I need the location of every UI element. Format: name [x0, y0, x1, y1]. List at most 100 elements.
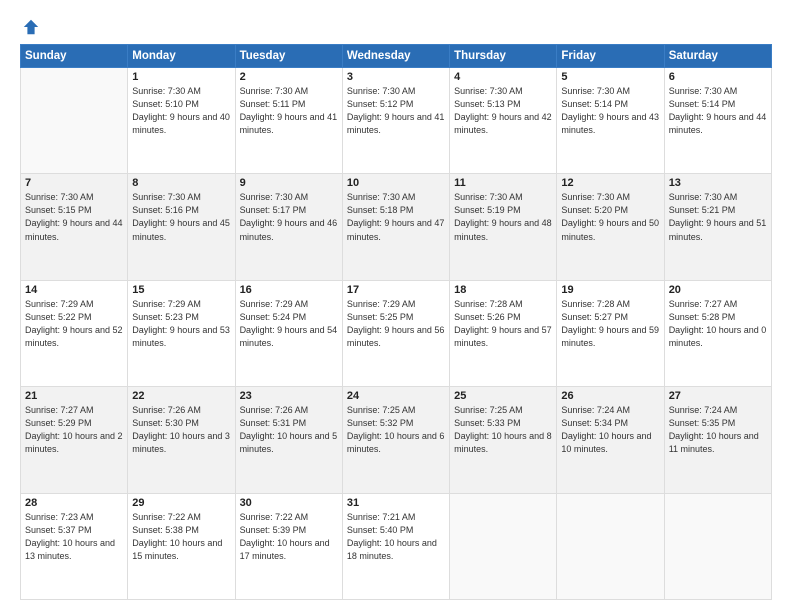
day-info: Sunrise: 7:30 AMSunset: 5:17 PMDaylight:… — [240, 191, 338, 243]
day-number: 1 — [132, 71, 230, 83]
day-info: Sunrise: 7:30 AMSunset: 5:13 PMDaylight:… — [454, 85, 552, 137]
calendar-cell: 6 Sunrise: 7:30 AMSunset: 5:14 PMDaylight… — [664, 68, 771, 174]
day-info: Sunrise: 7:23 AMSunset: 5:37 PMDaylight:… — [25, 511, 123, 563]
calendar-cell: 15 Sunrise: 7:29 AMSunset: 5:23 PMDayligh… — [128, 280, 235, 386]
day-number: 7 — [25, 177, 123, 189]
day-number: 8 — [132, 177, 230, 189]
calendar-cell: 17 Sunrise: 7:29 AMSunset: 5:25 PMDayligh… — [342, 280, 449, 386]
day-number: 17 — [347, 284, 445, 296]
calendar-cell: 1 Sunrise: 7:30 AMSunset: 5:10 PMDaylight… — [128, 68, 235, 174]
day-number: 18 — [454, 284, 552, 296]
day-info: Sunrise: 7:30 AMSunset: 5:12 PMDaylight:… — [347, 85, 445, 137]
day-info: Sunrise: 7:30 AMSunset: 5:14 PMDaylight:… — [669, 85, 767, 137]
calendar-cell: 28 Sunrise: 7:23 AMSunset: 5:37 PMDayligh… — [21, 493, 128, 599]
header — [20, 16, 772, 36]
day-number: 15 — [132, 284, 230, 296]
day-number: 21 — [25, 390, 123, 402]
calendar-week-row: 14Sunrise: 7:29 AMSunset: 5:22 PMDayligh… — [21, 280, 772, 386]
day-number: 9 — [240, 177, 338, 189]
day-info: Sunrise: 7:26 AMSunset: 5:31 PMDaylight:… — [240, 404, 338, 456]
calendar-cell — [450, 493, 557, 599]
day-number: 31 — [347, 497, 445, 509]
day-number: 30 — [240, 497, 338, 509]
calendar-cell: 3 Sunrise: 7:30 AMSunset: 5:12 PMDaylight… — [342, 68, 449, 174]
calendar-cell: 26 Sunrise: 7:24 AMSunset: 5:34 PMDayligh… — [557, 387, 664, 493]
logo-icon — [22, 18, 40, 36]
day-info: Sunrise: 7:24 AMSunset: 5:34 PMDaylight:… — [561, 404, 659, 456]
day-number: 11 — [454, 177, 552, 189]
day-number: 16 — [240, 284, 338, 296]
day-info: Sunrise: 7:25 AMSunset: 5:33 PMDaylight:… — [454, 404, 552, 456]
calendar-cell: 25Sunrise: 7:25 AMSunset: 5:33 PMDayligh… — [450, 387, 557, 493]
day-info: Sunrise: 7:30 AMSunset: 5:18 PMDaylight:… — [347, 191, 445, 243]
calendar-cell: 2Sunrise: 7:30 AMSunset: 5:11 PMDaylight… — [235, 68, 342, 174]
logo — [20, 20, 40, 36]
day-info: Sunrise: 7:27 AMSunset: 5:29 PMDaylight:… — [25, 404, 123, 456]
day-info: Sunrise: 7:25 AMSunset: 5:32 PMDaylight:… — [347, 404, 445, 456]
day-info: Sunrise: 7:27 AMSunset: 5:28 PMDaylight:… — [669, 298, 767, 350]
day-info: Sunrise: 7:29 AMSunset: 5:25 PMDaylight:… — [347, 298, 445, 350]
day-info: Sunrise: 7:30 AMSunset: 5:14 PMDaylight:… — [561, 85, 659, 137]
weekday-header-sunday: Sunday — [21, 45, 128, 68]
calendar-cell: 4 Sunrise: 7:30 AMSunset: 5:13 PMDaylight… — [450, 68, 557, 174]
day-number: 3 — [347, 71, 445, 83]
day-number: 5 — [561, 71, 659, 83]
weekday-header-tuesday: Tuesday — [235, 45, 342, 68]
day-info: Sunrise: 7:22 AMSunset: 5:38 PMDaylight:… — [132, 511, 230, 563]
calendar-cell: 22Sunrise: 7:26 AMSunset: 5:30 PMDayligh… — [128, 387, 235, 493]
weekday-header-wednesday: Wednesday — [342, 45, 449, 68]
day-info: Sunrise: 7:21 AMSunset: 5:40 PMDaylight:… — [347, 511, 445, 563]
day-info: Sunrise: 7:30 AMSunset: 5:16 PMDaylight:… — [132, 191, 230, 243]
day-info: Sunrise: 7:30 AMSunset: 5:19 PMDaylight:… — [454, 191, 552, 243]
weekday-header-saturday: Saturday — [664, 45, 771, 68]
calendar-cell: 31 Sunrise: 7:21 AMSunset: 5:40 PMDayligh… — [342, 493, 449, 599]
page: SundayMondayTuesdayWednesdayThursdayFrid… — [0, 0, 792, 612]
day-number: 6 — [669, 71, 767, 83]
calendar-cell: 30Sunrise: 7:22 AMSunset: 5:39 PMDayligh… — [235, 493, 342, 599]
calendar-cell: 10 Sunrise: 7:30 AMSunset: 5:18 PMDayligh… — [342, 174, 449, 280]
day-info: Sunrise: 7:24 AMSunset: 5:35 PMDaylight:… — [669, 404, 767, 456]
calendar-cell: 20 Sunrise: 7:27 AMSunset: 5:28 PMDayligh… — [664, 280, 771, 386]
day-number: 10 — [347, 177, 445, 189]
day-number: 4 — [454, 71, 552, 83]
day-info: Sunrise: 7:26 AMSunset: 5:30 PMDaylight:… — [132, 404, 230, 456]
calendar-cell: 7 Sunrise: 7:30 AMSunset: 5:15 PMDaylight… — [21, 174, 128, 280]
calendar-week-row: 1 Sunrise: 7:30 AMSunset: 5:10 PMDaylight… — [21, 68, 772, 174]
calendar-cell: 5 Sunrise: 7:30 AMSunset: 5:14 PMDaylight… — [557, 68, 664, 174]
calendar-cell: 29 Sunrise: 7:22 AMSunset: 5:38 PMDayligh… — [128, 493, 235, 599]
calendar-cell — [664, 493, 771, 599]
day-number: 28 — [25, 497, 123, 509]
day-number: 20 — [669, 284, 767, 296]
calendar-cell — [21, 68, 128, 174]
calendar-week-row: 21 Sunrise: 7:27 AMSunset: 5:29 PMDayligh… — [21, 387, 772, 493]
day-number: 27 — [669, 390, 767, 402]
calendar-cell: 24Sunrise: 7:25 AMSunset: 5:32 PMDayligh… — [342, 387, 449, 493]
day-info: Sunrise: 7:28 AMSunset: 5:26 PMDaylight:… — [454, 298, 552, 350]
day-info: Sunrise: 7:30 AMSunset: 5:20 PMDaylight:… — [561, 191, 659, 243]
calendar-cell: 21 Sunrise: 7:27 AMSunset: 5:29 PMDayligh… — [21, 387, 128, 493]
day-info: Sunrise: 7:30 AMSunset: 5:10 PMDaylight:… — [132, 85, 230, 137]
calendar-cell: 23 Sunrise: 7:26 AMSunset: 5:31 PMDayligh… — [235, 387, 342, 493]
day-number: 13 — [669, 177, 767, 189]
day-number: 12 — [561, 177, 659, 189]
calendar-cell: 8 Sunrise: 7:30 AMSunset: 5:16 PMDaylight… — [128, 174, 235, 280]
day-number: 14 — [25, 284, 123, 296]
calendar-table: SundayMondayTuesdayWednesdayThursdayFrid… — [20, 44, 772, 600]
weekday-header-friday: Friday — [557, 45, 664, 68]
weekday-header-monday: Monday — [128, 45, 235, 68]
calendar-cell: 14Sunrise: 7:29 AMSunset: 5:22 PMDayligh… — [21, 280, 128, 386]
day-number: 29 — [132, 497, 230, 509]
day-info: Sunrise: 7:30 AMSunset: 5:21 PMDaylight:… — [669, 191, 767, 243]
calendar-cell: 16 Sunrise: 7:29 AMSunset: 5:24 PMDayligh… — [235, 280, 342, 386]
calendar-cell: 19Sunrise: 7:28 AMSunset: 5:27 PMDayligh… — [557, 280, 664, 386]
day-info: Sunrise: 7:29 AMSunset: 5:24 PMDaylight:… — [240, 298, 338, 350]
day-number: 23 — [240, 390, 338, 402]
day-info: Sunrise: 7:29 AMSunset: 5:23 PMDaylight:… — [132, 298, 230, 350]
day-info: Sunrise: 7:28 AMSunset: 5:27 PMDaylight:… — [561, 298, 659, 350]
day-number: 26 — [561, 390, 659, 402]
day-number: 2 — [240, 71, 338, 83]
day-info: Sunrise: 7:30 AMSunset: 5:15 PMDaylight:… — [25, 191, 123, 243]
calendar-week-row: 28 Sunrise: 7:23 AMSunset: 5:37 PMDayligh… — [21, 493, 772, 599]
calendar-cell: 18 Sunrise: 7:28 AMSunset: 5:26 PMDayligh… — [450, 280, 557, 386]
calendar-cell: 27 Sunrise: 7:24 AMSunset: 5:35 PMDayligh… — [664, 387, 771, 493]
